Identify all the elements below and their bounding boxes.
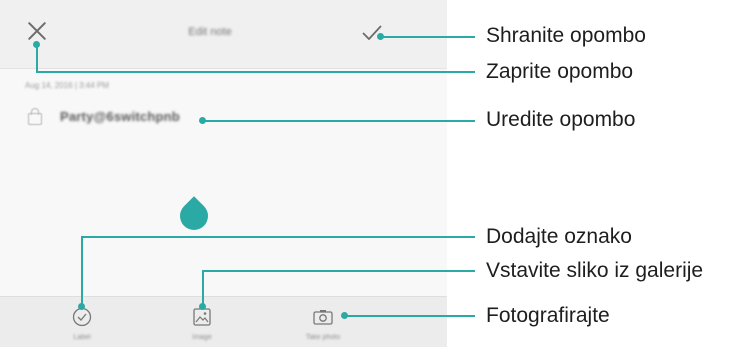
phone-screen: Edit note Aug 14, 2016 | 3:44 PM Party@6…: [0, 0, 447, 347]
camera-label: Take photo: [305, 334, 341, 341]
gallery-image-icon[interactable]: [193, 308, 211, 326]
leader-close-v: [36, 45, 38, 73]
add-tag-icon[interactable]: [72, 307, 92, 327]
note-timestamp: Aug 14, 2016 | 3:44 PM: [25, 81, 109, 90]
callout-save-note: Shranite opombo: [486, 24, 646, 47]
callout-take-photo: Fotografirajte: [486, 304, 610, 327]
image-label: Image: [192, 334, 212, 341]
callout-dot-image: [199, 303, 206, 310]
bottom-toolbar: Label Image Take photo: [0, 296, 447, 347]
cursor-handle[interactable]: [174, 196, 214, 236]
close-icon[interactable]: [26, 20, 48, 42]
page-title: Edit note: [188, 26, 232, 38]
camera-icon[interactable]: [313, 309, 333, 325]
leader-tag-h: [81, 236, 475, 238]
lock-icon: [28, 108, 42, 125]
note-editor[interactable]: Aug 14, 2016 | 3:44 PM Party@6switchpnb: [0, 69, 447, 296]
tag-label: Label: [73, 334, 91, 341]
leader-close-h: [36, 71, 475, 73]
leader-edit: [203, 120, 475, 122]
callout-edit-note: Uredite opombo: [486, 108, 636, 131]
leader-camera: [345, 315, 475, 317]
leader-image-v: [202, 271, 204, 305]
callout-insert-image: Vstavite sliko iz galerije: [486, 259, 704, 282]
leader-tag-v: [81, 237, 83, 306]
leader-image-h: [202, 270, 475, 272]
callout-add-tag: Dodajte oznako: [486, 225, 632, 248]
callout-close-note: Zaprite opombo: [486, 60, 634, 83]
callout-dot-tag: [78, 303, 85, 310]
note-text[interactable]: Party@6switchpnb: [60, 109, 180, 124]
leader-save: [381, 36, 475, 38]
